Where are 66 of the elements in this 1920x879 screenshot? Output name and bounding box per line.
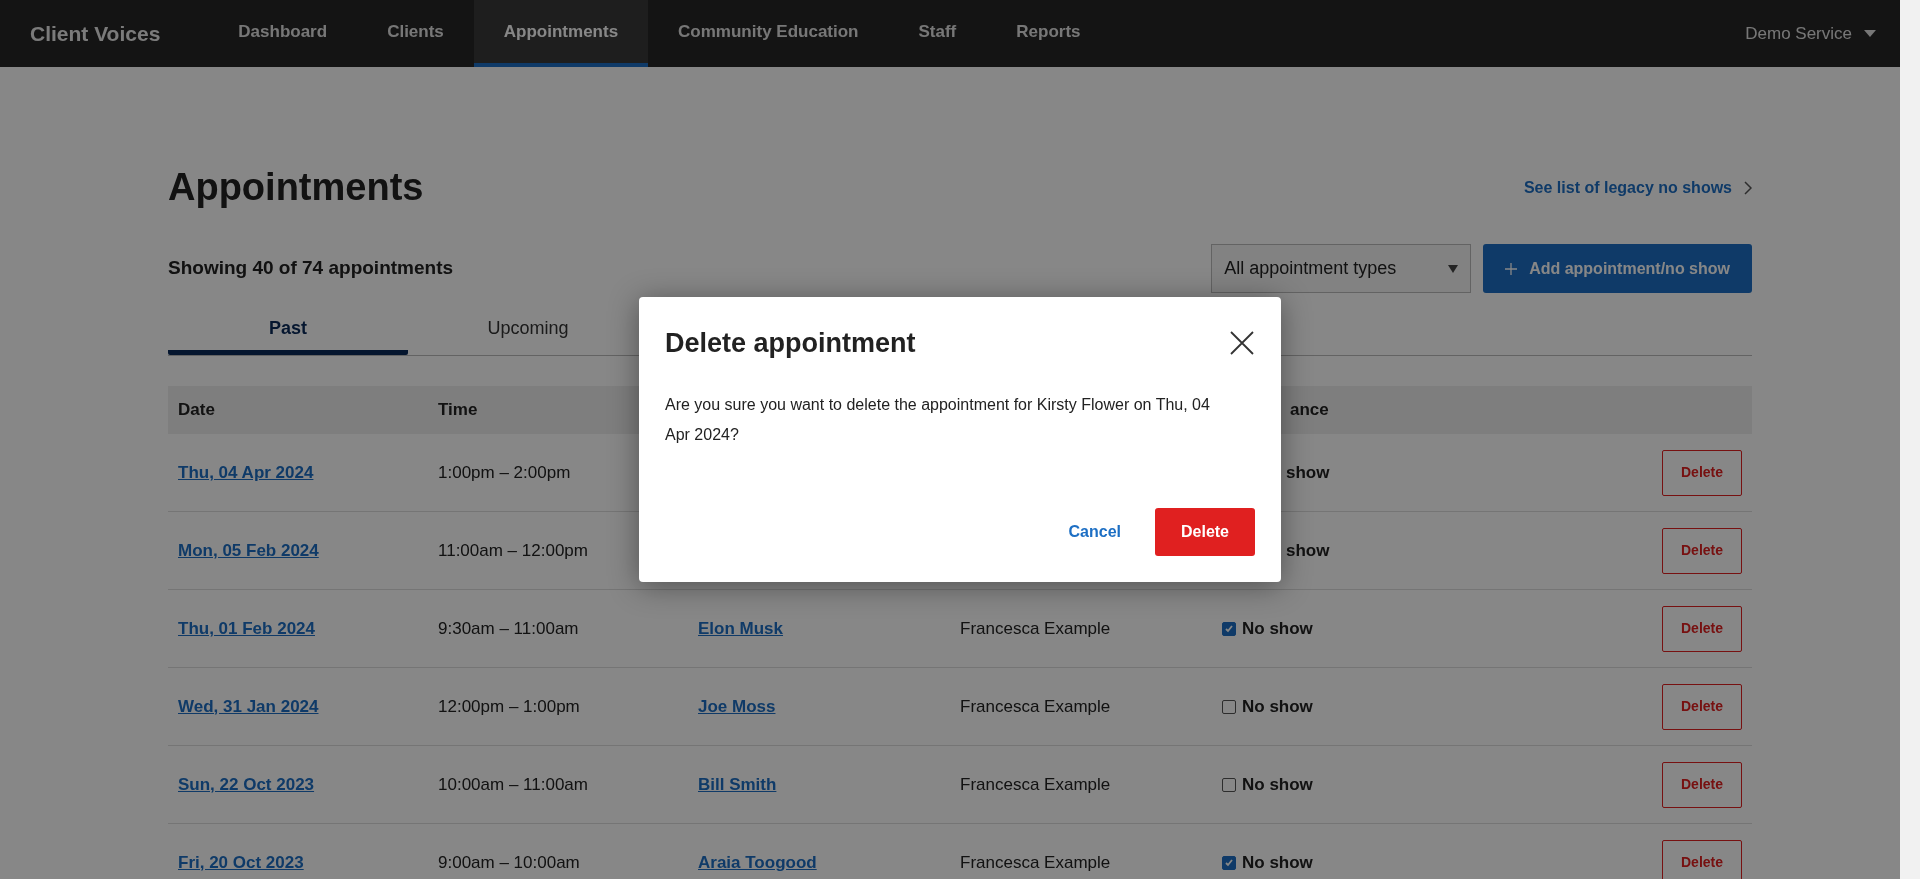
date-link[interactable]: Sun, 22 Oct 2023 <box>178 771 438 798</box>
client-link[interactable]: Araia Toogood <box>698 849 960 876</box>
attendance-label: No show <box>1242 695 1313 718</box>
checkmark-icon <box>1224 857 1234 868</box>
legacy-link[interactable]: See list of legacy no shows <box>1523 175 1752 200</box>
delete-button[interactable]: Delete <box>1662 449 1742 496</box>
date-link[interactable]: Mon, 05 Feb 2024 <box>178 537 438 564</box>
time-cell-text: 12:00pm – 1:00pm <box>438 695 581 718</box>
nav-tab[interactable]: Staff <box>888 0 987 67</box>
time-cell-text: 11:00am – 12:00pm <box>438 539 589 562</box>
time-cell-text: 9:00am – 10:00am <box>438 851 581 874</box>
client-link[interactable]: Joe Moss <box>698 693 960 720</box>
attendance-label: No show <box>1242 617 1313 640</box>
attendance-label: show <box>1286 539 1330 562</box>
nav-tab[interactable]: Community Education <box>648 0 889 67</box>
client-link[interactable]: Bill Smith <box>698 771 960 798</box>
cancel-button[interactable]: Cancel <box>1054 508 1135 556</box>
dialog-title: Delete appointment <box>665 327 916 360</box>
plus-icon <box>1505 262 1518 275</box>
delete-button[interactable]: Delete <box>1662 527 1742 574</box>
add-appointment-button[interactable]: Add appointment/no show <box>1483 244 1752 293</box>
attendance-label: No show <box>1242 851 1313 874</box>
column-header: Date <box>178 399 215 422</box>
result-summary: Showing 40 of 74 appointments <box>168 256 454 281</box>
attendance-label: No show <box>1242 773 1313 796</box>
nav-tab[interactable]: Reports <box>986 0 1111 67</box>
time-cell-text: 9:30am – 11:00am <box>438 617 580 640</box>
nav-tab[interactable]: Clients <box>357 0 474 67</box>
staff-cell-text: Francesca Example <box>960 773 1112 796</box>
page-title: Appointments <box>168 165 424 210</box>
checkbox[interactable] <box>1222 699 1236 714</box>
delete-button[interactable]: Delete <box>1662 683 1742 730</box>
checkbox[interactable] <box>1222 621 1236 636</box>
delete-button[interactable]: Delete <box>1662 839 1742 879</box>
caret-icon <box>1448 264 1459 273</box>
scrollbar[interactable] <box>1900 0 1920 879</box>
staff-cell-text: Francesca Example <box>960 851 1112 874</box>
delete-button[interactable]: Delete <box>1662 761 1742 808</box>
time-cell-text: 1:00pm – 2:00pm <box>438 461 572 484</box>
nav-tab[interactable]: Appointments <box>473 0 649 67</box>
staff-cell-text: Francesca Example <box>960 695 1112 718</box>
tab[interactable]: Past <box>168 307 408 355</box>
dialog-message: Are you sure you want to delete the appointment for Kirsty Flower on Thu, 04 Apr 2024? <box>665 394 1211 445</box>
column-header: Time <box>438 399 478 422</box>
time-cell-text: 10:00am – 11:00am <box>438 773 589 796</box>
date-link[interactable]: Thu, 01 Feb 2024 <box>178 615 438 642</box>
chevron-right-icon <box>1744 180 1752 195</box>
caret-icon <box>1864 30 1876 37</box>
client-link[interactable]: Elon Musk <box>698 615 960 642</box>
date-link[interactable]: Fri, 20 Oct 2023 <box>178 849 438 876</box>
confirm-delete-button[interactable]: Delete <box>1155 508 1255 556</box>
brand-name[interactable]: Client Voices <box>0 17 191 50</box>
checkbox[interactable] <box>1222 777 1236 792</box>
checkmark-icon <box>1224 623 1234 634</box>
attendance-label: show <box>1286 461 1330 484</box>
column-header: ance <box>1290 399 1329 422</box>
checkbox[interactable] <box>1222 855 1236 870</box>
account-menu[interactable]: Demo Service <box>1745 0 1900 67</box>
date-link[interactable]: Wed, 31 Jan 2024 <box>178 693 438 720</box>
date-link[interactable]: Thu, 04 Apr 2024 <box>178 459 438 486</box>
type-filter[interactable]: All appointment types <box>1211 244 1472 293</box>
nav-tab[interactable]: Dashboard <box>208 0 358 67</box>
staff-cell-text: Francesca Example <box>960 617 1112 640</box>
delete-button[interactable]: Delete <box>1662 605 1742 652</box>
tab[interactable]: Upcoming <box>408 307 648 355</box>
close-icon[interactable] <box>1229 330 1255 357</box>
